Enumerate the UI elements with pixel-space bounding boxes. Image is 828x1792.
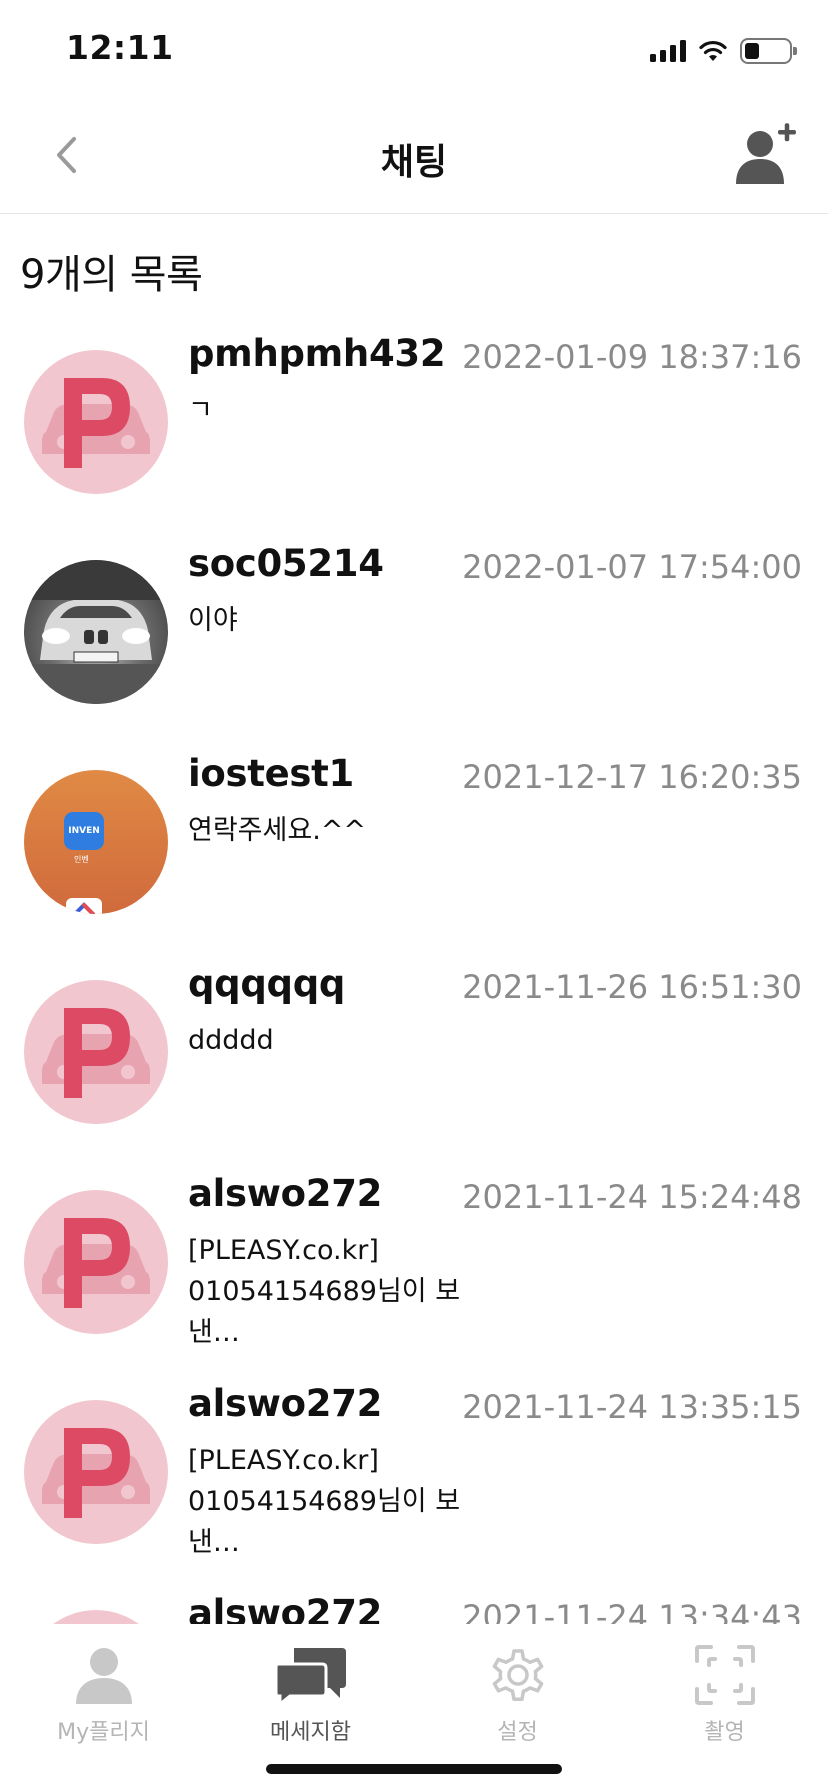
chat-date: 2021-11-24 13:35:15 [462,1388,802,1426]
chat-date: 2022-01-07 17:54:00 [462,548,802,586]
chat-row[interactable]: INVEN 인벤 iostest1 2021-12-17 16:20:35 연락… [0,740,828,950]
app-icon-sublabel: 인벤 [74,855,89,864]
parking-logo-icon [42,378,150,468]
battery-icon [740,38,797,64]
chat-message: [PLEASY.co.kr] 01054154689님이 보낸… [188,1445,461,1558]
tab-settings[interactable]: 설정 [414,1642,621,1752]
parking-logo-icon [24,1610,168,1624]
car-photo-icon [24,560,168,704]
add-person-icon [736,123,796,184]
chevron-up-icon [73,902,95,914]
app-icon-label: INVEN [68,826,100,836]
status-time: 12:11 [66,28,174,67]
chat-bubbles-icon [274,1642,348,1708]
chat-row[interactable]: alswo272 2021-11-24 13:34:43 [0,1580,828,1624]
tab-label: 메세지함 [270,1720,351,1745]
parking-logo-icon [42,1218,150,1308]
chat-message: ddddd [188,1025,274,1056]
person-icon [67,1642,141,1708]
chat-date: 2021-11-24 13:34:43 [462,1598,802,1624]
status-icons [650,36,797,66]
avatar [24,350,168,494]
tab-my-pleasy[interactable]: My플리지 [0,1642,207,1752]
wifi-icon [699,40,727,61]
chat-name: iostest1 [188,752,354,795]
chat-message: 이야 [188,605,238,636]
chat-message: ㄱ [188,395,213,426]
avatar [24,560,168,704]
app-icon: INVEN [64,812,104,850]
scan-frame-icon [688,1642,762,1708]
app-badge [66,898,102,914]
home-indicator[interactable] [266,1764,562,1774]
chat-name: pmhpmh432 [188,332,446,375]
chat-date: 2021-11-26 16:51:30 [462,968,802,1006]
chat-name: alswo272 [188,1592,383,1624]
cellular-signal-icon [650,40,686,62]
status-bar: 12:11 [0,0,828,100]
tab-label: 설정 [497,1720,538,1745]
chat-date: 2021-12-17 16:20:35 [462,758,802,796]
avatar [24,1610,168,1624]
chat-row[interactable]: alswo272 2021-11-24 15:24:48 [PLEASY.co.… [0,1160,828,1370]
chat-date: 2022-01-09 18:37:16 [462,338,802,376]
avatar: INVEN 인벤 [24,770,168,914]
chat-row[interactable]: soc05214 2022-01-07 17:54:00 이야 [0,530,828,740]
tab-label: 촬영 [704,1720,745,1745]
avatar [24,1190,168,1334]
tab-capture[interactable]: 촬영 [621,1642,828,1752]
parking-logo-icon [42,1428,150,1518]
chat-message: 연락주세요.^^ [188,815,367,846]
tab-bar: My플리지 메세지함 설정 촬영 [0,1624,828,1792]
gear-icon [481,1642,555,1708]
chat-row[interactable]: alswo272 2021-11-24 13:35:15 [PLEASY.co.… [0,1370,828,1580]
chat-date: 2021-11-24 15:24:48 [462,1178,802,1216]
tab-messages[interactable]: 메세지함 [207,1642,414,1752]
chat-list: pmhpmh432 2022-01-09 18:37:16 ㄱ soc05214… [0,320,828,1624]
avatar [24,980,168,1124]
avatar [24,1400,168,1544]
chat-name: alswo272 [188,1382,383,1425]
parking-logo-icon [42,1008,150,1098]
page-title: 채팅 [380,142,448,183]
list-count: 9개의 목록 [20,252,203,298]
chat-row[interactable]: pmhpmh432 2022-01-09 18:37:16 ㄱ [0,320,828,530]
chat-name: soc05214 [188,542,384,585]
add-friend-button[interactable] [734,122,798,188]
chat-name: qqqqqq [188,962,346,1005]
chat-name: alswo272 [188,1172,383,1215]
chat-message: [PLEASY.co.kr] 01054154689님이 보낸… [188,1235,461,1348]
tab-label: My플리지 [57,1720,150,1745]
chat-row[interactable]: qqqqqq 2021-11-26 16:51:30 ddddd [0,950,828,1160]
navigation-bar: 채팅 [0,100,828,214]
